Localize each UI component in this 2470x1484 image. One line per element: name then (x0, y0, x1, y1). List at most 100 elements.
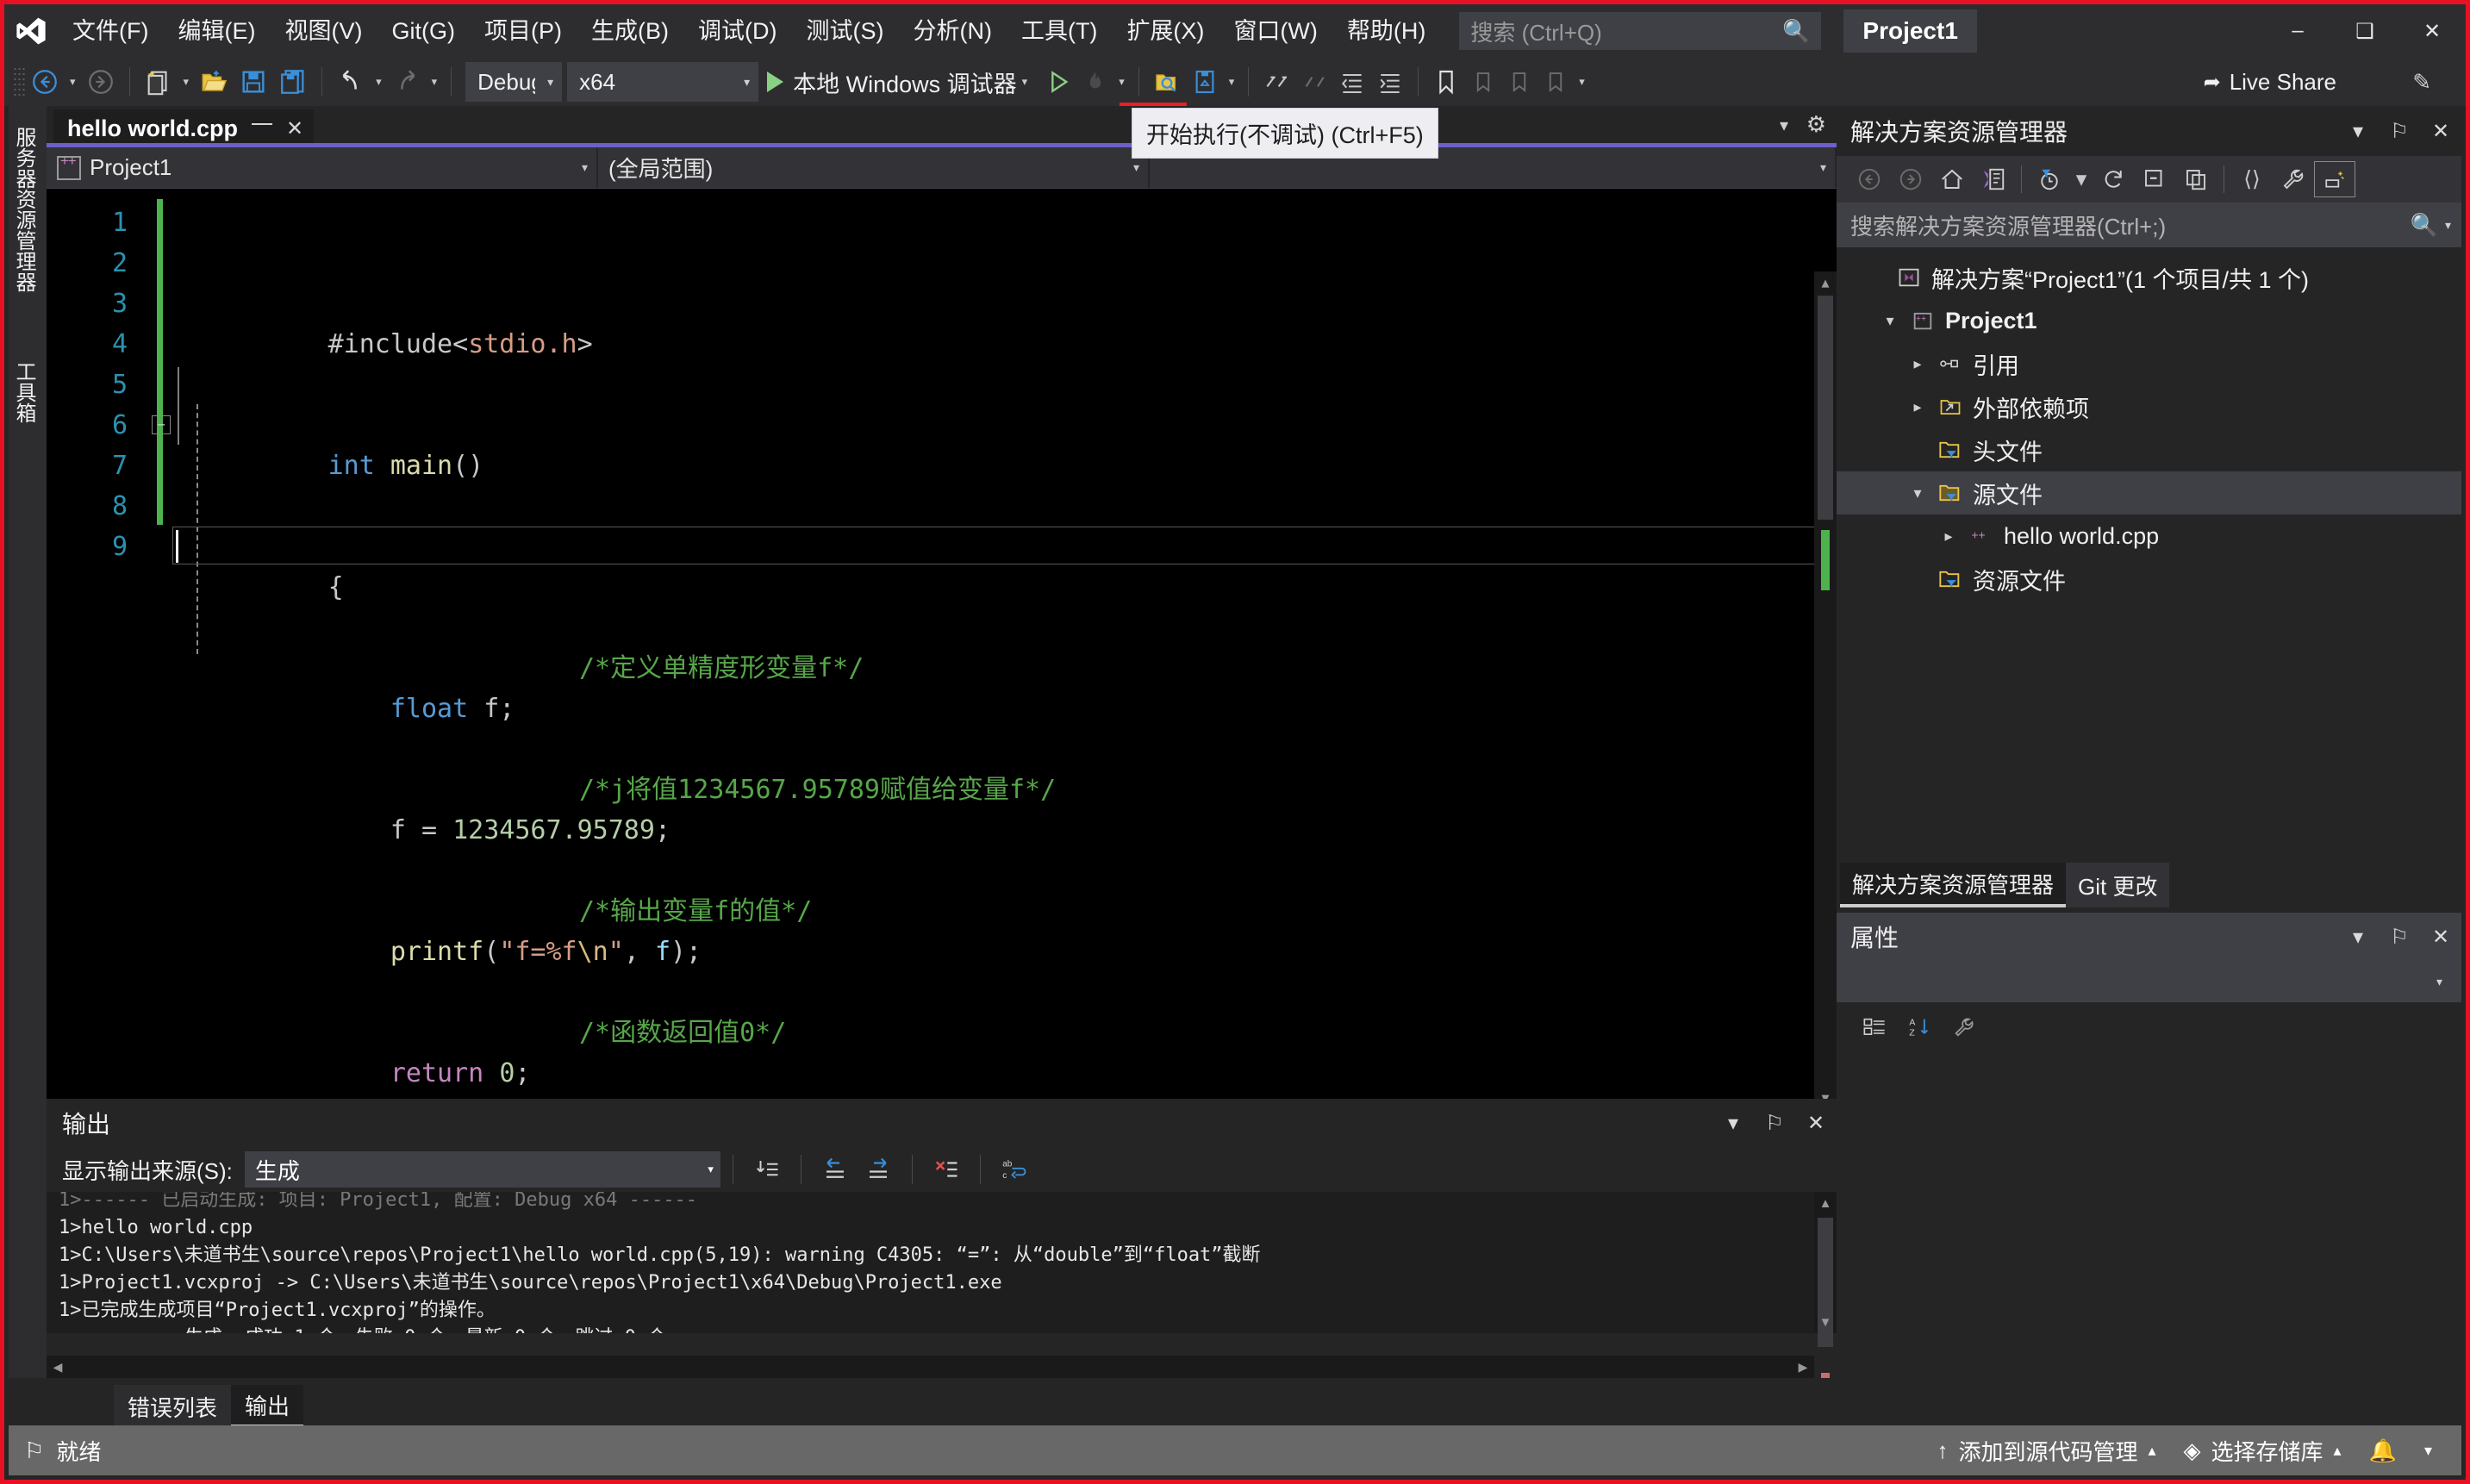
menu-git[interactable]: Git(G) (377, 4, 470, 58)
menu-test[interactable]: 测试(S) (791, 4, 898, 58)
menu-project[interactable]: 项目(P) (470, 4, 577, 58)
code-editor-surface[interactable]: 1 2 3 4 5 6 7 8 9 #include<stdio.h> −int… (47, 189, 1837, 1109)
previous-bookmark-icon[interactable] (1465, 62, 1501, 102)
tree-item-source-files[interactable]: ▾ 源文件 (1837, 471, 2461, 514)
close-icon[interactable]: ✕ (2420, 119, 2461, 144)
scroll-down-icon[interactable]: ▼ (1814, 1311, 1837, 1333)
forward-arrow-icon[interactable] (81, 62, 121, 102)
back-dropdown-icon[interactable]: ▾ (65, 75, 81, 89)
bookmark-icon[interactable] (1427, 62, 1465, 102)
close-icon[interactable]: ✕ (286, 116, 303, 141)
toggle-word-wrap-icon[interactable]: abc (993, 1150, 1036, 1188)
tab-output[interactable]: 输出 (231, 1385, 303, 1428)
close-icon[interactable]: ✕ (1795, 1111, 1837, 1136)
tab-solution-explorer[interactable]: 解决方案资源管理器 (1840, 863, 2066, 907)
hot-reload-dropdown-icon[interactable]: ▾ (1113, 75, 1130, 89)
panel-dropdown-icon[interactable]: ▾ (2337, 119, 2379, 144)
tree-item-header-files[interactable]: 头文件 (1837, 428, 2461, 471)
menu-help[interactable]: 帮助(H) (1332, 4, 1440, 58)
minimize-button[interactable]: – (2264, 4, 2331, 58)
preview-selected-items-icon[interactable] (2314, 161, 2355, 197)
properties-wrench-icon[interactable] (2273, 161, 2314, 197)
chevron-down-icon[interactable]: ▾ (2070, 161, 2093, 197)
find-in-files-icon[interactable] (1148, 62, 1186, 102)
live-share-button[interactable]: ➦ Live Share (2204, 58, 2336, 106)
twisty-expanded-icon[interactable]: ▾ (1874, 312, 1906, 330)
decrease-indent-icon[interactable] (1333, 62, 1371, 102)
menu-debug[interactable]: 调试(D) (683, 4, 791, 58)
collapse-block-icon[interactable]: − (152, 415, 171, 434)
toolbar-overflow-icon[interactable]: ▾ (1574, 75, 1590, 89)
save-all-icon[interactable] (273, 62, 313, 102)
alphabetical-sort-icon[interactable]: AZ (1897, 1008, 1942, 1046)
output-horizontal-scrollbar[interactable]: ◀ ▶ (47, 1356, 1814, 1378)
send-feedback-icon[interactable]: ✎ (2412, 58, 2431, 106)
hot-reload-flame-icon[interactable] (1077, 62, 1113, 102)
clear-bookmarks-icon[interactable] (1538, 62, 1574, 102)
solution-configuration-combo[interactable]: Debug ▾ (465, 62, 562, 102)
menu-view[interactable]: 视图(V) (270, 4, 377, 58)
tree-item-external-dependencies[interactable]: ▸ 外部依赖项 (1837, 385, 2461, 428)
menu-edit[interactable]: 编辑(E) (163, 4, 270, 58)
comment-selection-icon[interactable] (1257, 62, 1295, 102)
redo-icon[interactable] (387, 62, 427, 102)
pin-icon[interactable]: ⚐ (2379, 925, 2420, 950)
property-pages-icon[interactable] (1942, 1008, 1987, 1046)
close-icon[interactable]: ✕ (2420, 925, 2461, 950)
jump-to-message-icon[interactable] (745, 1150, 789, 1188)
tree-item-project1[interactable]: ▾ ++ Project1 (1837, 299, 2461, 342)
scroll-up-icon[interactable]: ▲ (1814, 1192, 1837, 1214)
redo-dropdown-icon[interactable]: ▾ (427, 75, 443, 89)
chevron-down-icon[interactable]: ▾ (2438, 218, 2451, 233)
next-bookmark-icon[interactable] (1501, 62, 1538, 102)
notifications-bell-icon[interactable]: 🔔 (2355, 1437, 2411, 1464)
twisty-collapsed-icon[interactable]: ▸ (1902, 398, 1933, 416)
save-icon[interactable] (234, 62, 273, 102)
open-folder-icon[interactable] (194, 62, 234, 102)
close-button[interactable]: ✕ (2398, 4, 2466, 58)
tree-item-references[interactable]: ▸ 引用 (1837, 342, 2461, 385)
uncomment-selection-icon[interactable] (1295, 62, 1333, 102)
refresh-icon[interactable] (2093, 161, 2134, 197)
add-to-source-control-button[interactable]: ↑ 添加到源代码管理 ▴ (1923, 1435, 2169, 1467)
previous-message-icon[interactable] (814, 1150, 857, 1188)
chevron-down-icon[interactable]: ▾ (2411, 1442, 2446, 1460)
forward-arrow-icon[interactable] (1890, 161, 1931, 197)
tab-git-changes[interactable]: Git 更改 (2066, 863, 2169, 907)
menu-analyze[interactable]: 分析(N) (898, 4, 1006, 58)
twisty-collapsed-icon[interactable]: ▸ (1933, 527, 1964, 546)
menu-file[interactable]: 文件(F) (58, 4, 163, 58)
back-arrow-icon[interactable] (1849, 161, 1890, 197)
output-vertical-scrollbar[interactable]: ▲ ▼ (1814, 1192, 1837, 1333)
toolbar-grip[interactable] (13, 66, 25, 97)
document-tab-hello-world-cpp[interactable]: hello world.cpp ⎻ ✕ (53, 109, 314, 147)
panel-dropdown-icon[interactable]: ▾ (2337, 925, 2379, 950)
sidebar-tab-server-explorer[interactable]: 服务器资源管理器 (9, 115, 47, 304)
scroll-left-icon[interactable]: ◀ (47, 1356, 69, 1378)
maximize-button[interactable]: ❑ (2331, 4, 2398, 58)
increase-indent-icon[interactable] (1371, 62, 1409, 102)
pin-icon[interactable]: ⎻ (252, 116, 272, 140)
menu-build[interactable]: 生成(B) (577, 4, 683, 58)
back-arrow-icon[interactable] (25, 62, 65, 102)
start-without-debugging-icon[interactable] (1039, 62, 1077, 102)
scroll-up-icon[interactable]: ▲ (1814, 271, 1837, 294)
new-item-dropdown-icon[interactable]: ▾ (178, 75, 195, 89)
next-message-icon[interactable] (857, 1150, 900, 1188)
output-source-combo[interactable]: 生成 ▾ (245, 1151, 720, 1188)
add-new-item-icon[interactable] (1186, 62, 1224, 102)
pin-icon[interactable]: ⚐ (1754, 1111, 1795, 1136)
editor-settings-gear-icon[interactable]: ⚙ (1806, 111, 1826, 138)
panel-dropdown-icon[interactable]: ▾ (1712, 1111, 1754, 1136)
start-debugging-dropdown-icon[interactable]: ▾ (1017, 75, 1033, 89)
navbar-project-combo[interactable]: Project1 ▾ (47, 147, 598, 188)
undo-icon[interactable] (331, 62, 371, 102)
pending-changes-filter-icon[interactable] (2029, 161, 2070, 197)
collapse-all-icon[interactable] (2134, 161, 2175, 197)
categorized-icon[interactable] (1852, 1008, 1897, 1046)
scrollbar-thumb[interactable] (1818, 296, 1833, 520)
select-repository-button[interactable]: ◈ 选择存储库 ▴ (2170, 1435, 2355, 1467)
tree-item-hello-world-cpp[interactable]: ▸ ++ hello world.cpp (1837, 514, 2461, 558)
output-text-area[interactable]: 1>------ 已启动生成: 项目: Project1, 配置: Debug … (47, 1192, 1837, 1333)
menu-extensions[interactable]: 扩展(X) (1112, 4, 1219, 58)
